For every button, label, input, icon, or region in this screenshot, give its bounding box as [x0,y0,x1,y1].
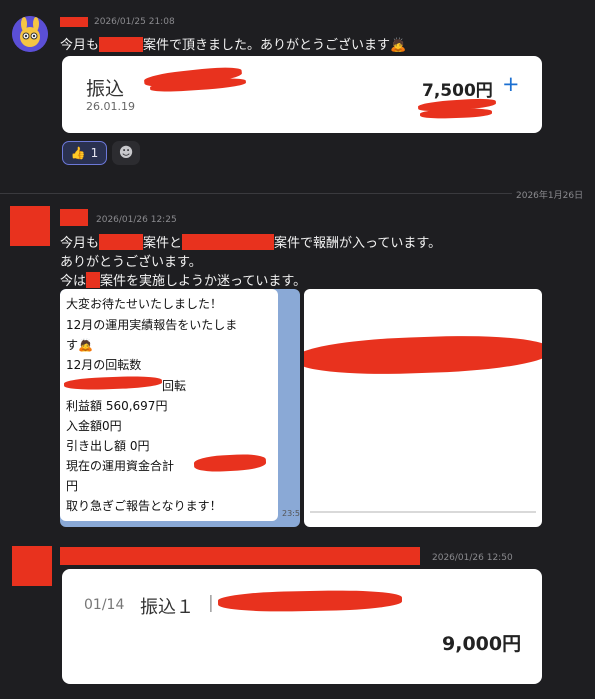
report-line: 利益額 560,697円 [66,399,168,413]
report-line: 回転 [162,379,187,393]
separator: | [208,593,214,613]
transfer-date: 01/14 [84,597,125,613]
redacted-text [99,37,144,52]
image-baseline [310,511,536,513]
report-line: 円 [66,479,79,493]
report-line: 現在の運用資金合計 [66,459,175,473]
reaction-thumbs-up[interactable]: 👍 1 [62,141,107,165]
redacted-username [60,547,420,565]
redacted-text [99,234,144,250]
transfer-card[interactable]: 01/14 振込１ | 9,000円 [62,569,542,684]
attached-image-chat-report[interactable]: 大変お待たせいたしました！ 12月の運用実績報告をいたしま す🙇 12月の回転数… [60,289,300,527]
report-line: 取り急ぎご報告となります！ [66,499,222,513]
report-line: す🙇 [66,338,93,352]
transfer-amount: 7,500円 [422,81,493,101]
smiley-icon: ☻ [118,145,134,161]
redacted-text [182,234,275,250]
redacted-username [60,17,88,27]
transfer-amount: 9,000円 [442,633,522,655]
reaction-count: 1 [90,146,99,160]
message-timestamp: 2026/01/26 12:25 [96,215,177,225]
message-text-line3: 今は 案件を実施しようか迷っています。 [60,272,307,289]
redacted-scribble [304,332,542,378]
redacted-name-scribble [217,589,403,613]
transfer-card[interactable]: 振込 26.01.19 7,500円 + [62,56,542,133]
bubble-time: 23:5 [282,509,300,518]
report-line: 12月の回転数 [66,358,142,372]
rabbit-avatar-icon [12,16,48,52]
date-divider: 2026年1月26日 [516,191,584,201]
message-text-line1: 今月も 案件と 案件で報酬が入っています。 [60,234,442,251]
message-text: 今月も 案件で頂きました。ありがとうございます🙇 [60,37,407,53]
transfer-date: 26.01.19 [86,100,135,113]
message-timestamp: 2026/01/25 21:08 [94,17,175,27]
redacted-text [86,272,101,288]
add-reaction-button[interactable]: ☻ [112,141,140,165]
bowing-emoji: 🙇 [390,38,407,53]
report-line: 入金額0円 [66,419,122,433]
avatar[interactable] [12,546,52,586]
attached-image-redacted[interactable] [304,289,542,527]
report-line: 大変お待たせいたしました！ [66,297,223,311]
thumbs-up-icon: 👍 [70,146,86,160]
report-line: 12月の運用実績報告をいたしま [66,318,238,332]
report-line: 引き出し額 0円 [66,439,150,453]
avatar[interactable] [10,206,50,246]
message-text-line2: ありがとうございます。 [60,255,202,270]
transfer-label: 振込１ [140,597,194,618]
add-icon[interactable]: + [502,72,520,96]
redacted-username [60,209,88,226]
avatar[interactable] [12,16,48,52]
date-divider-line [0,193,512,194]
message-timestamp: 2026/01/26 12:50 [432,553,513,563]
transfer-title: 振込 [86,78,125,100]
